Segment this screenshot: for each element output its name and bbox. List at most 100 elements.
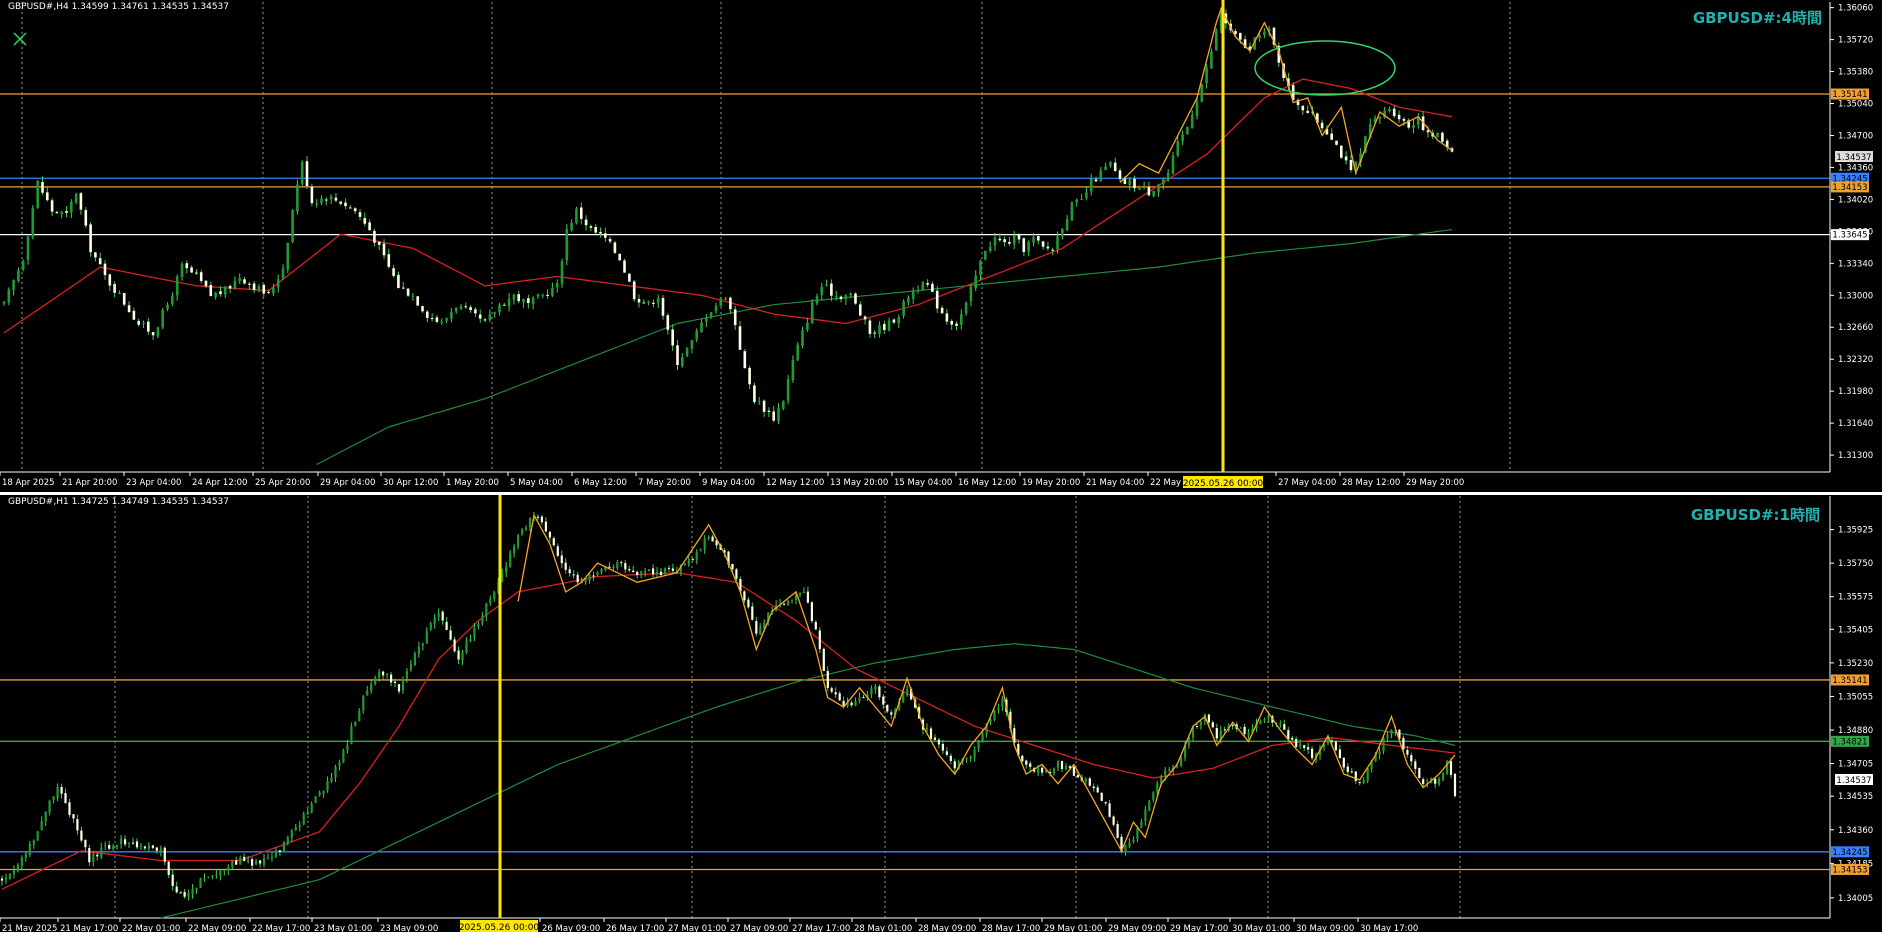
candle-body [844,295,848,300]
candle-body [1239,727,1242,729]
chart-canvas[interactable]: GBPUSD#,H4 1.34599 1.34761 1.34535 1.345… [0,0,1882,932]
candle-body [203,878,206,880]
candle-body [794,595,798,600]
candle-body [296,184,299,212]
candle-body [374,677,377,685]
candle-body [906,689,909,695]
candle-body [507,298,511,307]
candle-body [681,357,684,367]
candle-body [430,318,434,319]
candle-body [1311,748,1314,759]
candle-body [874,686,877,690]
candle-body [195,887,198,890]
candle-body [1295,739,1298,747]
candle-body [286,242,290,270]
candle-body [1342,757,1345,768]
candle-body [302,813,305,825]
candle-body [1350,771,1353,773]
candle-body [433,617,436,624]
candle-body [1012,235,1016,244]
candle-body [838,693,841,701]
candle-body [1041,241,1045,247]
candle-body [1152,792,1155,800]
candle-body [798,592,802,595]
candle-body [24,853,27,858]
candle-body [644,571,647,573]
candle-body [493,591,496,599]
x-tick-label: 30 Apr 12:00 [383,478,438,488]
svg-text:2025.05.26 00:00: 2025.05.26 00:00 [1183,479,1264,489]
symbol-info: GBPUSD#,H4 1.34599 1.34761 1.34535 1.345… [8,2,229,12]
candle-body [560,261,564,284]
candle-body [772,411,775,421]
x-tick-label: 1 May 20:00 [446,478,499,488]
candle-body [513,546,516,554]
candle-body [493,312,496,314]
candle-body [12,869,15,874]
candle-body [334,197,338,201]
candle-body [175,886,178,893]
candle-body [859,304,862,316]
candle-body [540,516,543,523]
candle-body [238,278,241,282]
candle-body [478,314,482,319]
candle-body [1231,725,1234,727]
candle-body [834,692,837,695]
y-tick-label: 1.31300 [1838,451,1873,461]
candle-body [1029,763,1032,767]
candle-body [1021,755,1024,762]
candle-body [929,728,933,739]
candle-body [1112,816,1115,825]
candle-body [953,761,956,769]
candle-body [435,317,439,322]
candle-body [406,288,410,296]
candle-body [1092,786,1095,789]
candle-body [44,811,47,822]
candle-body [1099,170,1103,181]
candle-body [528,518,532,528]
candle-body [255,860,258,865]
candle-body [1397,114,1401,120]
candle-body [291,210,294,242]
candle-body [969,286,973,302]
candle-body [116,845,119,847]
x-tick-label: 30 May 01:00 [1232,924,1290,932]
candle-body [1128,842,1131,847]
candle-body [608,239,612,242]
candle-body [183,892,186,897]
candle-body [167,861,170,875]
candle-body [796,344,799,361]
candle-body [21,261,25,270]
candle-body [64,793,67,804]
chart-title: GBPUSD#:1時間 [1691,506,1820,524]
candle-body [257,286,261,292]
candle-body [1259,720,1262,725]
candle-body [185,263,189,269]
x-tick-label: 5 May 04:00 [510,478,563,488]
candle-body [1104,166,1107,170]
candle-body [1046,246,1050,249]
candle-body [191,888,194,895]
candle-body [1181,134,1184,142]
x-tick-label: 12 May 12:00 [766,478,824,488]
candle-body [818,630,821,650]
candle-body [1085,192,1088,199]
candle-body [52,797,55,800]
svg-text:2025.05.26 00:00: 2025.05.26 00:00 [459,923,540,932]
x-tick-label: 28 May 12:00 [1342,478,1400,488]
candle-body [782,400,785,409]
candle-body [1051,249,1054,251]
candle-body [854,701,857,706]
candle-body [1263,31,1266,36]
candle-body [858,697,861,702]
candle-body [135,841,139,848]
candle-body [1303,745,1306,748]
candle-body [215,874,218,876]
candle-body [1176,141,1180,156]
x-tick-label: 7 May 20:00 [638,478,691,488]
candle-body [524,527,528,529]
candle-body [608,566,611,568]
candle-body [199,878,202,888]
candle-body [239,857,242,865]
candle-body [993,237,997,246]
